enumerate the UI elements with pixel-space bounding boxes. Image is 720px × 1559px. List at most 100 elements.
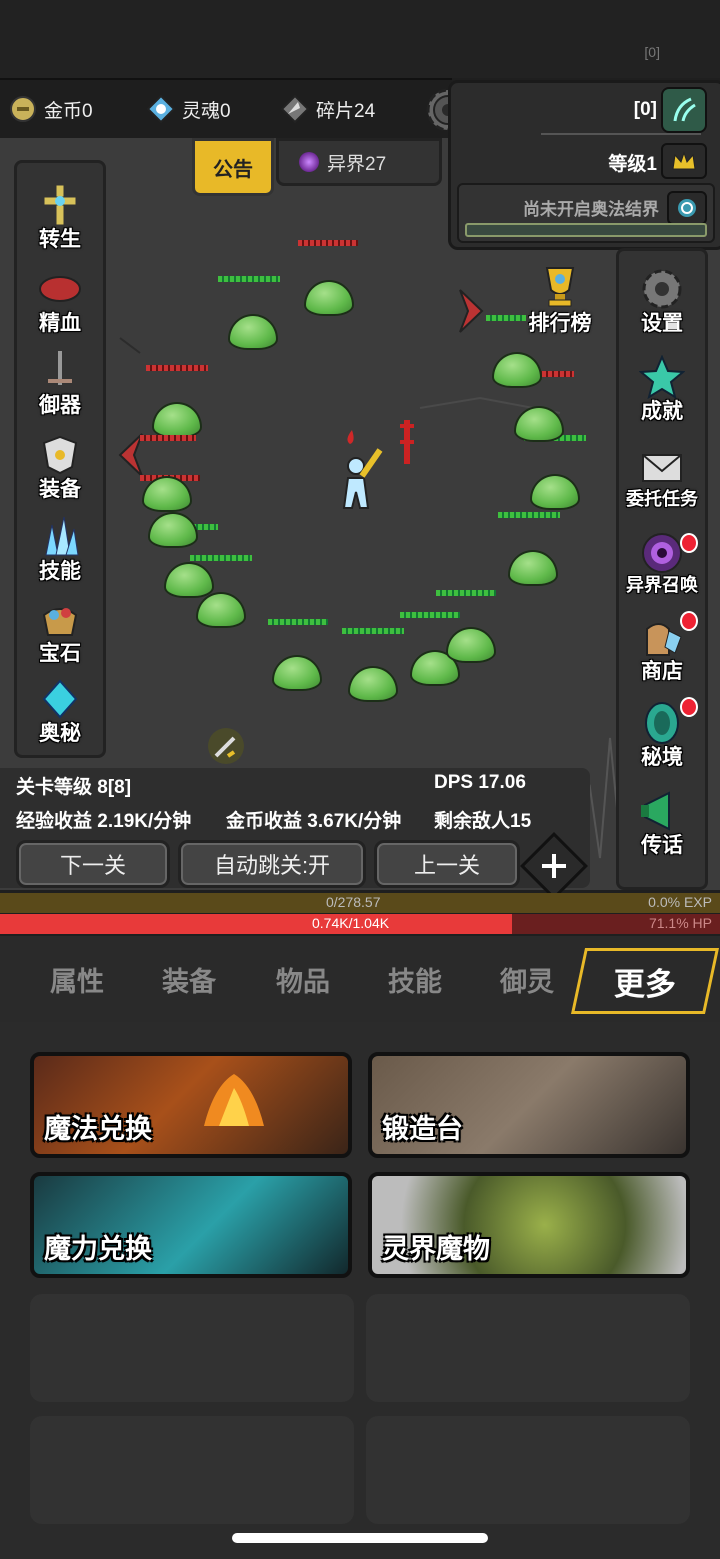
bottom-tab-bar: 属性 装备 物品 技能 御灵 更多 xyxy=(0,936,720,1022)
arcana-label: 奥秘 xyxy=(39,722,81,745)
summon-button[interactable]: 异界召唤 xyxy=(622,519,702,597)
arcana-button[interactable]: 奥秘 xyxy=(20,669,100,747)
settings-button[interactable]: 设置 xyxy=(622,259,702,337)
shop-notification-dot xyxy=(680,611,698,631)
barrier-label: 尚未开启奥法结界 xyxy=(523,200,659,219)
crown-icon xyxy=(661,143,707,179)
settings-label: 设置 xyxy=(641,312,683,335)
next-stage-button[interactable]: 下一关 xyxy=(16,840,170,888)
exp-percent: 0.0% EXP xyxy=(648,894,712,910)
empty-card-slot xyxy=(366,1294,690,1402)
tab-attributes[interactable]: 属性 xyxy=(50,960,104,999)
essence-blood-button[interactable]: 精血 xyxy=(20,259,100,337)
empty-card-slot xyxy=(366,1416,690,1524)
enemies-remaining: 剩余敌人15 xyxy=(434,811,532,832)
rebirth-label: 转生 xyxy=(39,228,81,251)
auto-skip-button[interactable]: 自动跳关:开 xyxy=(178,840,366,888)
barrier-spiral-icon xyxy=(667,191,707,225)
portal-icon xyxy=(299,152,319,172)
enemy-hp-bar xyxy=(218,276,280,282)
forge-card[interactable]: 锻造台 xyxy=(368,1052,690,1158)
enemy-hp-bar xyxy=(498,512,560,518)
top-area xyxy=(0,0,720,78)
enemy-hp-bar xyxy=(146,365,208,371)
gems-label: 宝石 xyxy=(39,642,81,665)
enemy-hp-bar xyxy=(400,612,460,618)
gold-coin-icon xyxy=(8,94,38,124)
skills-button[interactable]: 技能 xyxy=(20,507,100,585)
tab-equipment[interactable]: 装备 xyxy=(162,960,216,999)
broadcast-button[interactable]: 传话 xyxy=(622,781,702,859)
notice-tab[interactable]: 公告 xyxy=(192,138,274,196)
shard-label: 碎片24 xyxy=(316,100,376,122)
equipment-button[interactable]: 装备 xyxy=(20,425,100,503)
currency-bar: 金币0 灵魂0 碎片24 xyxy=(0,78,470,141)
left-menu: 转生 精血 御器 装备 技能 宝石 奥秘 xyxy=(14,160,106,758)
leaderboard-label: 排行榜 xyxy=(528,312,592,335)
enemy-hp-bar xyxy=(190,555,252,561)
leaderboard-button[interactable]: 排行榜 xyxy=(518,264,602,340)
gold-display: 金币0 xyxy=(8,94,93,124)
enemy-hp-bar xyxy=(342,628,404,634)
tab-items[interactable]: 物品 xyxy=(276,960,330,999)
achievements-button[interactable]: 成就 xyxy=(622,347,702,425)
achievements-label: 成就 xyxy=(641,400,683,423)
barrier-progress xyxy=(465,223,707,237)
shard-icon xyxy=(280,94,310,124)
corner-indicator: [0] xyxy=(644,44,660,60)
trophy-icon xyxy=(537,264,583,313)
artifact-label: 御器 xyxy=(39,394,81,417)
prev-stage-button[interactable]: 上一关 xyxy=(374,840,520,888)
dropped-sword-icon[interactable] xyxy=(208,728,244,764)
secret-realm-button[interactable]: 秘境 xyxy=(622,693,702,771)
forge-fire-icon xyxy=(204,1074,264,1126)
gems-button[interactable]: 宝石 xyxy=(20,589,100,667)
summon-label: 异界召唤 xyxy=(626,575,698,595)
hero-character xyxy=(334,420,424,521)
spirit-monster-card[interactable]: 灵界魔物 xyxy=(368,1172,690,1278)
exp-value: 0/278.57 xyxy=(326,894,381,910)
otherworld-label: 异界27 xyxy=(327,153,387,175)
hp-bar-fill xyxy=(0,914,512,934)
rebirth-button[interactable]: 转生 xyxy=(20,175,100,253)
essence-blood-label: 精血 xyxy=(39,312,81,335)
quests-button[interactable]: 委托任务 xyxy=(622,433,702,511)
equipment-label: 装备 xyxy=(39,478,81,501)
shop-button[interactable]: 商店 xyxy=(622,607,702,685)
secret-realm-label: 秘境 xyxy=(641,746,683,769)
summon-notification-dot xyxy=(680,533,698,553)
enemy-hp-bar xyxy=(268,619,328,625)
secret-realm-notification-dot xyxy=(680,697,698,717)
enemy-hp-bar xyxy=(436,590,496,596)
feature-grid: 魔法兑换 锻造台 魔力兑换 灵界魔物 xyxy=(0,1022,720,1559)
shard-display: 碎片24 xyxy=(280,94,375,124)
player-panel: [0] 等级1 尚未开启奥法结界 xyxy=(448,80,720,250)
dps-value: DPS 17.06 xyxy=(434,772,526,793)
soul-icon xyxy=(146,94,176,124)
exp-rate: 经验收益 2.19K/分钟 xyxy=(16,811,192,832)
empty-card-slot xyxy=(30,1294,354,1402)
mana-exchange-card[interactable]: 魔力兑换 xyxy=(30,1172,352,1278)
hp-bar: 0.74K/1.04K 71.1% HP xyxy=(0,914,720,934)
right-menu: 设置 成就 委托任务 异界召唤 商店 秘境 传话 xyxy=(616,248,708,890)
arrow-right-icon[interactable] xyxy=(456,288,486,339)
quests-label: 委托任务 xyxy=(626,489,698,509)
barrier-box[interactable]: 尚未开启奥法结界 xyxy=(457,183,715,243)
player-bracket: [0] xyxy=(633,99,657,120)
class-icon[interactable] xyxy=(661,87,707,133)
tab-skills[interactable]: 技能 xyxy=(388,960,442,999)
mana-exchange-label: 魔力兑换 xyxy=(44,1234,152,1264)
soul-display: 灵魂0 xyxy=(146,94,231,124)
magic-exchange-card[interactable]: 魔法兑换 xyxy=(30,1052,352,1158)
player-level: 等级1 xyxy=(608,154,657,175)
home-indicator[interactable] xyxy=(232,1533,488,1543)
artifact-button[interactable]: 御器 xyxy=(20,341,100,419)
broadcast-label: 传话 xyxy=(641,834,683,857)
stage-level: 关卡等级 8[8] xyxy=(16,777,132,798)
panel-divider xyxy=(541,133,701,135)
otherworld-tab[interactable]: 异界27 xyxy=(276,138,442,186)
spirit-monster-label: 灵界魔物 xyxy=(382,1234,490,1264)
tab-more[interactable]: 更多 xyxy=(570,948,720,1014)
soul-label: 灵魂0 xyxy=(182,100,231,122)
tab-spirits[interactable]: 御灵 xyxy=(500,960,554,999)
